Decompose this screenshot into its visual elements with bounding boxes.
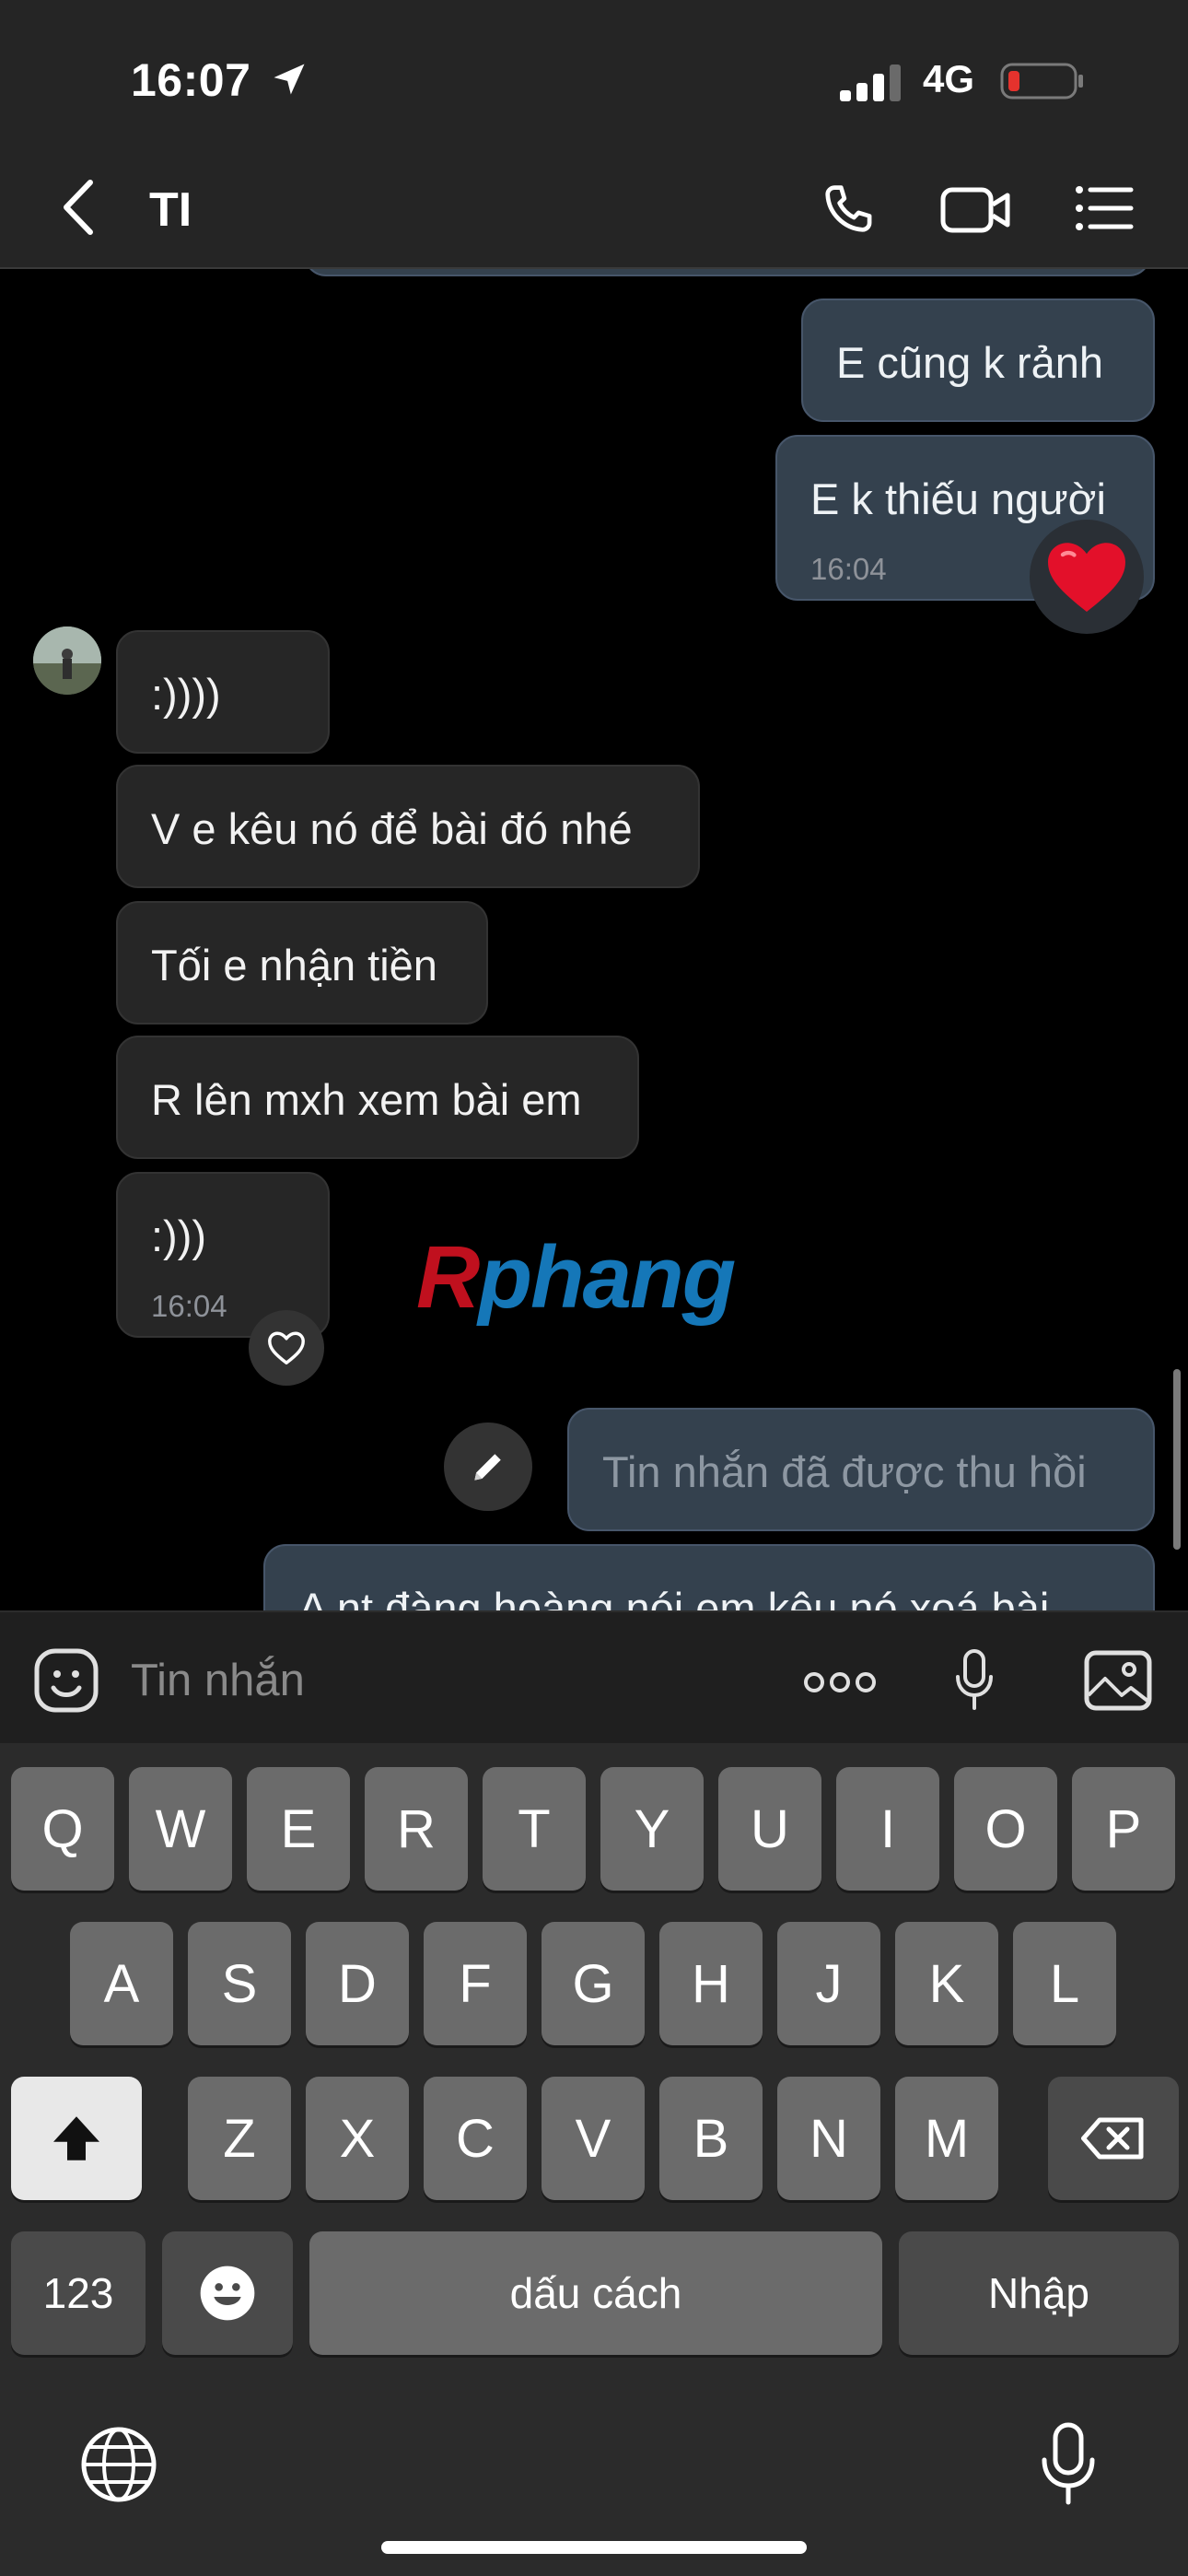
key-s[interactable]: S <box>188 1922 291 2045</box>
message-bubble-partial-top[interactable] <box>304 269 1151 276</box>
avatar[interactable] <box>33 626 101 695</box>
more-dots-icon[interactable] <box>801 1669 879 1695</box>
heart-icon <box>268 1331 305 1365</box>
dictation-mic-icon[interactable] <box>1039 2419 1098 2508</box>
globe-icon[interactable] <box>77 2423 160 2506</box>
key-a[interactable]: A <box>70 1922 173 2045</box>
message-text: Tin nhắn đã được thu hồi <box>602 1447 1087 1496</box>
delete-key[interactable] <box>1048 2077 1179 2200</box>
message-bubble-incoming[interactable]: V e kêu nó để bài đó nhé <box>116 765 700 888</box>
key-n[interactable]: N <box>777 2077 880 2200</box>
signal-icon <box>840 64 901 101</box>
shift-key[interactable] <box>11 2077 142 2200</box>
home-indicator[interactable] <box>381 2541 807 2554</box>
key-z[interactable]: Z <box>188 2077 291 2200</box>
message-time: 16:04 <box>151 1289 227 1323</box>
message-time: 16:04 <box>810 552 887 586</box>
key-f[interactable]: F <box>424 1922 527 2045</box>
emoji-icon[interactable] <box>33 1647 99 1714</box>
message-bubble-outgoing[interactable]: E cũng k rảnh <box>801 299 1155 422</box>
message-text: A nt đàng hoàng nói em kêu nó xoá bài <box>298 1584 1050 1610</box>
message-text: Tối e nhận tiền <box>151 941 437 989</box>
space-key[interactable]: dấu cách <box>309 2231 882 2355</box>
delete-icon <box>1081 2117 1144 2160</box>
key-d[interactable]: D <box>306 1922 409 2045</box>
message-text: :)))) <box>151 670 221 719</box>
mic-icon[interactable] <box>954 1647 995 1714</box>
scrollbar[interactable] <box>1173 1369 1181 1550</box>
message-text: E cũng k rảnh <box>836 338 1104 387</box>
battery-icon <box>1000 63 1083 100</box>
message-text: R lên mxh xem bài em <box>151 1075 582 1124</box>
key-k[interactable]: K <box>895 1922 998 2045</box>
location-arrow-icon <box>274 64 305 95</box>
return-key[interactable]: Nhập <box>899 2231 1179 2355</box>
message-bubble-outgoing[interactable]: A nt đàng hoàng nói em kêu nó xoá bài <box>263 1544 1155 1610</box>
key-e[interactable]: E <box>247 1767 350 1891</box>
key-c[interactable]: C <box>424 2077 527 2200</box>
back-chevron-icon[interactable] <box>55 175 101 240</box>
key-w[interactable]: W <box>129 1767 232 1891</box>
chat-header: 16:07 4G TI <box>0 0 1188 269</box>
message-input[interactable] <box>131 1653 683 1708</box>
message-bubble-incoming[interactable]: Tối e nhận tiền <box>116 901 488 1025</box>
message-composer <box>0 1610 1188 1743</box>
heart-icon <box>1048 543 1125 612</box>
key-v[interactable]: V <box>542 2077 645 2200</box>
key-b[interactable]: B <box>659 2077 763 2200</box>
key-o[interactable]: O <box>954 1767 1057 1891</box>
key-j[interactable]: J <box>777 1922 880 2045</box>
key-t[interactable]: T <box>483 1767 586 1891</box>
message-text: V e kêu nó để bài đó nhé <box>151 804 633 853</box>
key-p[interactable]: P <box>1072 1767 1175 1891</box>
react-button[interactable] <box>249 1310 324 1386</box>
key-q[interactable]: Q <box>11 1767 114 1891</box>
message-text: :))) <box>151 1212 207 1260</box>
video-icon[interactable] <box>939 182 1013 238</box>
message-bubble-incoming[interactable]: R lên mxh xem bài em <box>116 1036 639 1159</box>
key-m[interactable]: M <box>895 2077 998 2200</box>
key-u[interactable]: U <box>718 1767 821 1891</box>
phone-icon[interactable] <box>818 179 879 240</box>
recalled-message[interactable]: Tin nhắn đã được thu hồi <box>567 1408 1155 1531</box>
numbers-key[interactable]: 123 <box>11 2231 146 2355</box>
avatar-photo <box>33 626 101 695</box>
network-type: 4G <box>923 57 975 100</box>
status-time: 16:07 <box>131 54 251 106</box>
keyboard: QWERTYUIOP ASDFGHJKL ZXCVBNM 123 dấu các… <box>0 1743 1188 2576</box>
edit-button[interactable] <box>444 1423 532 1511</box>
contact-name[interactable]: TI <box>149 182 192 238</box>
key-l[interactable]: L <box>1013 1922 1116 2045</box>
key-i[interactable]: I <box>836 1767 939 1891</box>
emoji-key[interactable] <box>162 2231 293 2355</box>
key-r[interactable]: R <box>365 1767 468 1891</box>
message-text: E k thiếu người <box>810 474 1106 523</box>
list-icon[interactable] <box>1074 182 1135 234</box>
emoji-key-icon <box>200 2266 255 2321</box>
shift-icon <box>53 2116 99 2160</box>
key-y[interactable]: Y <box>600 1767 704 1891</box>
key-g[interactable]: G <box>542 1922 645 2045</box>
heart-reaction[interactable] <box>1030 520 1144 634</box>
key-x[interactable]: X <box>306 2077 409 2200</box>
key-h[interactable]: H <box>659 1922 763 2045</box>
message-bubble-incoming[interactable]: :)))) <box>116 630 330 754</box>
watermark-logo: Rphang <box>416 1228 736 1327</box>
pencil-icon <box>474 1454 501 1481</box>
message-list[interactable]: E cũng k rảnh E k thiếu người 16:04 :)))… <box>0 269 1188 1610</box>
image-icon[interactable] <box>1083 1649 1153 1712</box>
